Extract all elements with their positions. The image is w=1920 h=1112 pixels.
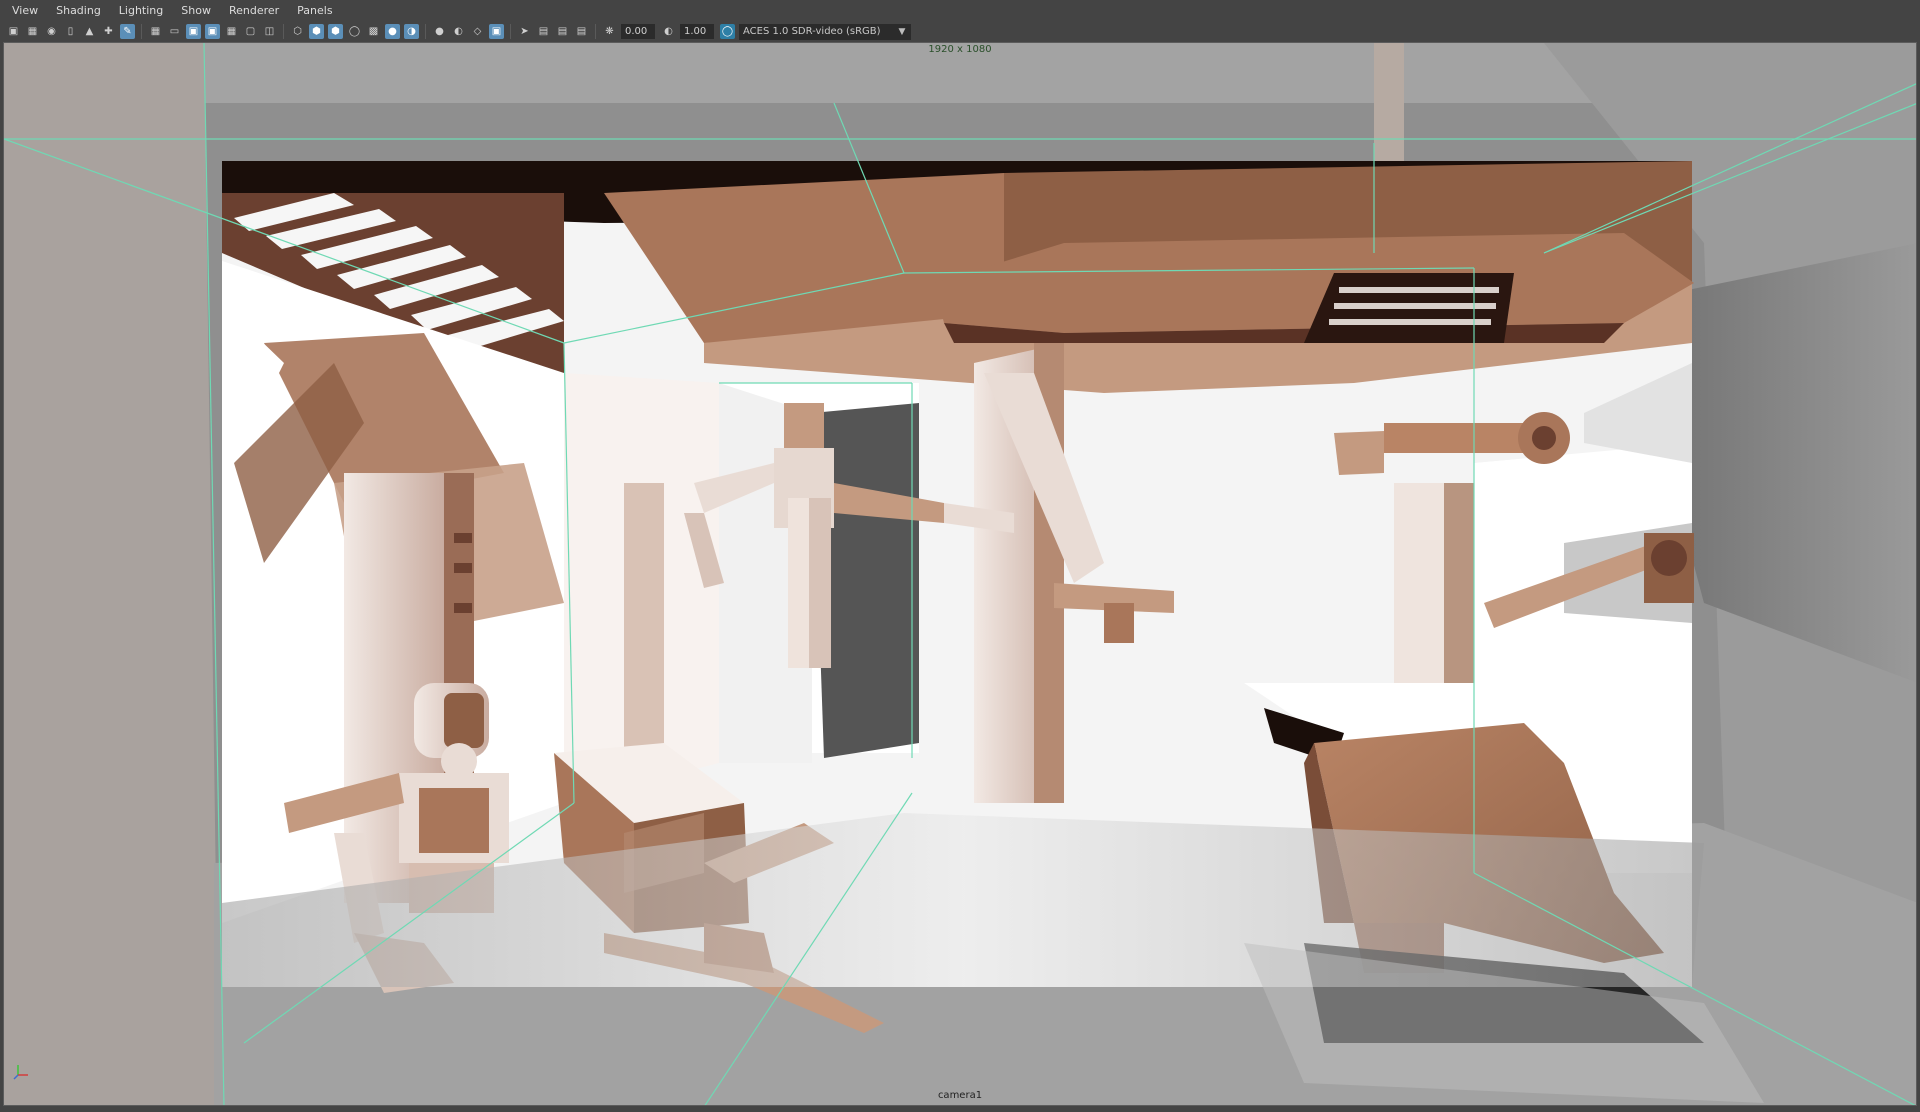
resolution-gate-icon[interactable]: ▣: [186, 24, 201, 39]
snapshot-icon[interactable]: ▤: [574, 24, 589, 39]
safe-action-icon[interactable]: ▢: [243, 24, 258, 39]
toolbar-divider: [141, 24, 142, 39]
gamma-field[interactable]: 1.00: [680, 24, 714, 39]
film-gate-icon[interactable]: ▭: [167, 24, 182, 39]
xray-joints-icon[interactable]: ◇: [470, 24, 485, 39]
wireframe-icon[interactable]: ⬡: [290, 24, 305, 39]
toolbar-divider: [510, 24, 511, 39]
menu-panels[interactable]: Panels: [288, 0, 341, 21]
exposure-field[interactable]: 0.00: [621, 24, 655, 39]
view-transform-value: ACES 1.0 SDR-video (sRGB): [743, 25, 881, 37]
toolbar-divider: [283, 24, 284, 39]
film-back-icon[interactable]: ▤: [555, 24, 570, 39]
menu-renderer[interactable]: Renderer: [220, 0, 288, 21]
tumble-icon[interactable]: ✚: [101, 24, 116, 39]
bookmark-icon[interactable]: ▯: [63, 24, 78, 39]
textured-icon[interactable]: ⬢: [328, 24, 343, 39]
chevron-down-icon: ▼: [898, 26, 906, 37]
menu-view[interactable]: View: [0, 0, 47, 21]
lights-icon[interactable]: ◯: [347, 24, 362, 39]
menu-show[interactable]: Show: [172, 0, 220, 21]
motion-blur-icon[interactable]: ◑: [404, 24, 419, 39]
axis-gizmo-icon: [13, 1065, 28, 1080]
resolution-gate-label: 1920 x 1080: [928, 44, 992, 55]
toolbar-divider: [595, 24, 596, 39]
gate-mask-icon[interactable]: ▣: [205, 24, 220, 39]
viewport-3d[interactable]: 1920 x 1080 camera1: [3, 42, 1917, 1106]
menu-shading[interactable]: Shading: [47, 0, 110, 21]
grid-icon[interactable]: ▦: [148, 24, 163, 39]
view-transform-dropdown[interactable]: ACES 1.0 SDR-video (sRGB) ▼: [739, 23, 911, 40]
camera-lock-icon[interactable]: ◉: [44, 24, 59, 39]
xray-components-icon[interactable]: ▣: [489, 24, 504, 39]
xray-icon[interactable]: ◐: [451, 24, 466, 39]
panel-toolbar: ▣ ▦ ◉ ▯ ▲ ✚ ✎ ▦ ▭ ▣ ▣ ▦ ▢ ◫ ⬡ ⬢ ⬢ ◯ ▩ ● …: [0, 21, 1920, 42]
safe-title-icon[interactable]: ◫: [262, 24, 277, 39]
exposure-icon[interactable]: ❋: [602, 24, 617, 39]
color-management-icon[interactable]: ◯: [720, 24, 735, 39]
camera-select-icon[interactable]: ▦: [25, 24, 40, 39]
gamma-icon[interactable]: ◐: [661, 24, 676, 39]
ambient-occlusion-icon[interactable]: ●: [385, 24, 400, 39]
shadows-icon[interactable]: ▩: [366, 24, 381, 39]
isolate-icon[interactable]: ●: [432, 24, 447, 39]
camera-icon[interactable]: ▣: [6, 24, 21, 39]
camera-name-label: camera1: [937, 1090, 983, 1101]
field-chart-icon[interactable]: ▦: [224, 24, 239, 39]
toolbar-divider: [425, 24, 426, 39]
camera-attributes-icon[interactable]: ▤: [536, 24, 551, 39]
scene-render: [4, 43, 1916, 1105]
select-icon[interactable]: ➤: [517, 24, 532, 39]
pencil-icon[interactable]: ✎: [120, 24, 135, 39]
menu-bar: View Shading Lighting Show Renderer Pane…: [0, 0, 1920, 22]
smooth-shade-icon[interactable]: ⬢: [309, 24, 324, 39]
image-plane-icon[interactable]: ▲: [82, 24, 97, 39]
menu-lighting[interactable]: Lighting: [110, 0, 172, 21]
